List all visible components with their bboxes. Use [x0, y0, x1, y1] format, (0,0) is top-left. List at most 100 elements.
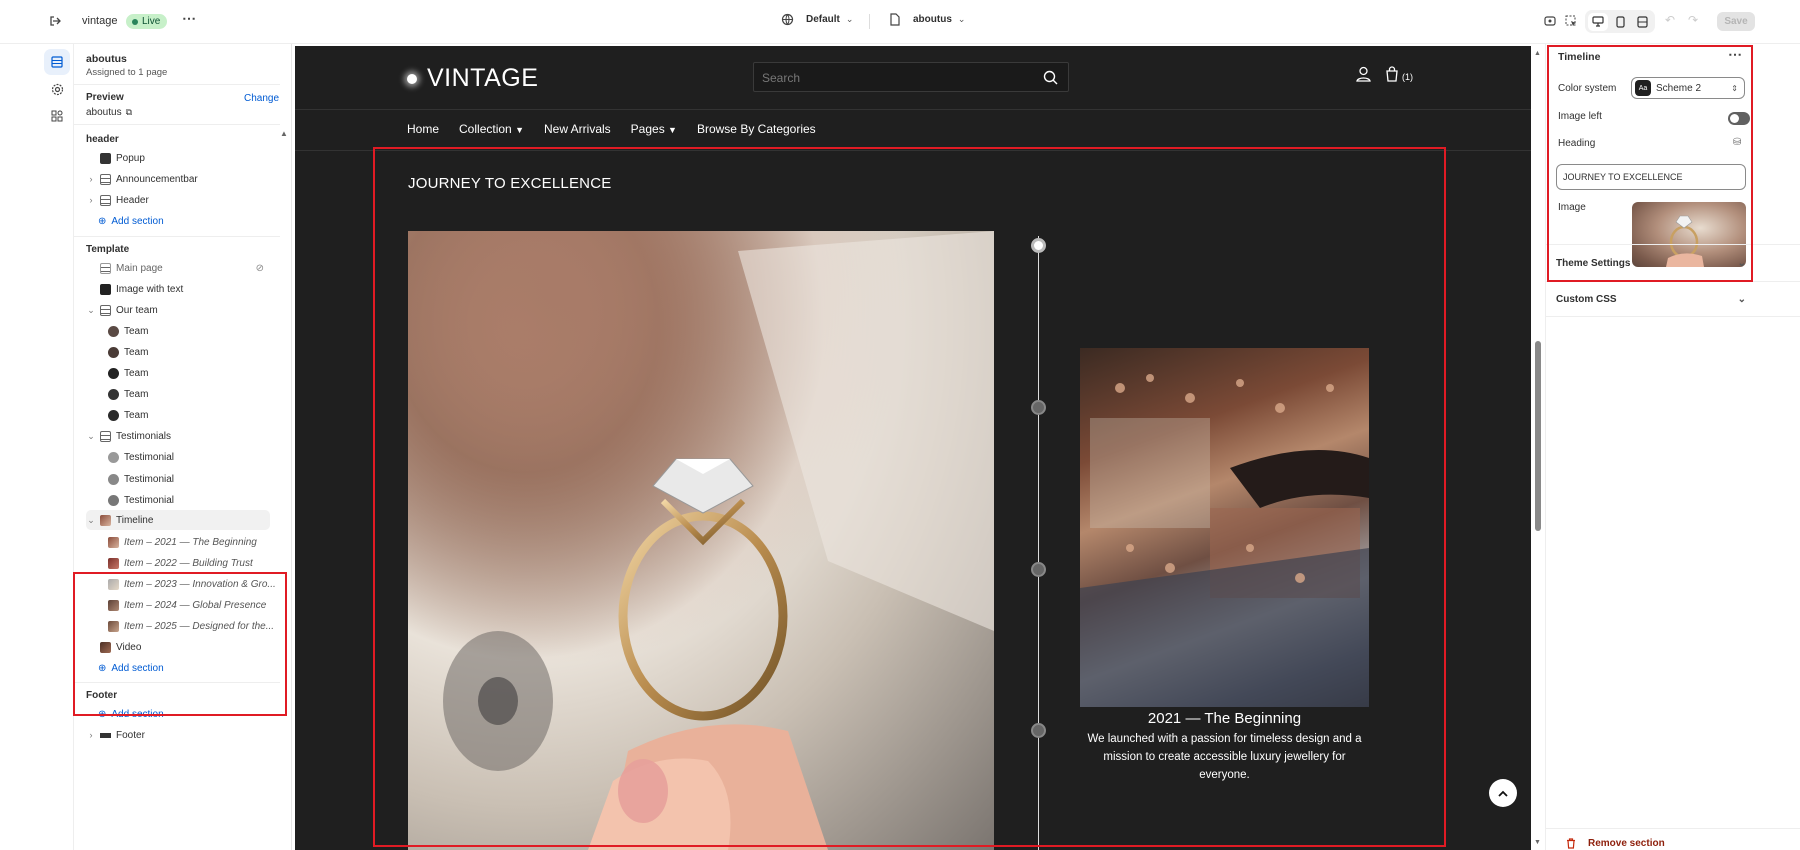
nav-browse-categories[interactable]: Browse By Categories: [697, 122, 816, 136]
block-timeline-item[interactable]: Item – 2025 — Designed for the...: [108, 616, 274, 636]
block-timeline-item[interactable]: Item – 2023 — Innovation & Gro...: [108, 574, 276, 594]
heading-input[interactable]: JOURNEY TO EXCELLENCE: [1556, 164, 1746, 190]
hidden-eye-icon[interactable]: ⊘: [256, 263, 264, 274]
top-bar: vintage Live ⋯ Default ⌄ aboutus ⌄ ↶ ↷ S…: [0, 0, 1800, 44]
block-team[interactable]: Team: [108, 321, 148, 341]
site-logo[interactable]: VINTAGE: [407, 64, 538, 93]
more-options-icon[interactable]: ⋯: [1728, 46, 1742, 63]
section-video[interactable]: Video: [86, 637, 141, 657]
timeline-marker[interactable]: [1031, 562, 1046, 577]
more-actions-icon[interactable]: ⋯: [182, 10, 196, 27]
block-testimonial[interactable]: Testimonial: [108, 490, 174, 510]
settings-nav-button[interactable]: [44, 76, 70, 102]
avatar: [108, 346, 119, 358]
cart-icon[interactable]: [1385, 66, 1399, 82]
heading-label: Heading: [1558, 138, 1596, 149]
sections-nav-button[interactable]: [44, 49, 70, 75]
add-section-header[interactable]: ⊕ Add section: [98, 211, 164, 231]
section-label: Testimonials: [116, 430, 172, 442]
section-header[interactable]: › Header: [86, 190, 149, 210]
add-section-template[interactable]: ⊕ Add section: [98, 658, 164, 678]
save-button[interactable]: Save: [1717, 12, 1755, 31]
scroll-down-icon[interactable]: ▼: [1534, 839, 1541, 846]
preview-link[interactable]: aboutus ⧉: [86, 107, 132, 118]
block-team[interactable]: Team: [108, 405, 148, 425]
block-testimonial[interactable]: Testimonial: [108, 447, 174, 467]
chevron-down-icon: ⌄: [1737, 293, 1746, 305]
timeline-marker[interactable]: [1031, 723, 1046, 738]
block-timeline-item[interactable]: Item – 2024 — Global Presence: [108, 595, 266, 615]
nav-collection[interactable]: Collection ▼: [459, 122, 524, 136]
timeline-marker-active[interactable]: [1031, 238, 1046, 253]
preview-label: Preview: [86, 92, 124, 103]
apps-nav-button[interactable]: [44, 103, 70, 129]
sections-icon: [51, 56, 63, 68]
inspector-icon[interactable]: [1543, 14, 1557, 28]
section-testimonials[interactable]: ⌄ Testimonials: [86, 426, 171, 446]
block-label: Team: [124, 346, 149, 358]
scroll-to-top-button[interactable]: [1489, 779, 1517, 807]
plus-circle-icon: ⊕: [98, 708, 107, 720]
chevron-down-icon[interactable]: ⌄: [86, 305, 96, 316]
redo-icon[interactable]: ↷: [1688, 13, 1698, 27]
chevron-down-icon[interactable]: ⌄: [86, 431, 96, 442]
chevron-right-icon[interactable]: ›: [86, 174, 96, 184]
theme-selector[interactable]: Default ⌄: [781, 13, 853, 26]
scroll-up-icon[interactable]: ▲: [1534, 50, 1541, 57]
add-section-footer[interactable]: ⊕ Add section: [98, 704, 164, 724]
remove-section-button[interactable]: Remove section: [1566, 838, 1665, 849]
block-team[interactable]: Team: [108, 342, 148, 362]
block-label: Item – 2025 — Designed for the...: [124, 620, 275, 632]
divider: [295, 150, 1531, 151]
fullwidth-icon[interactable]: [1632, 13, 1652, 31]
dynamic-source-icon[interactable]: ⛁: [1733, 137, 1741, 148]
exit-icon[interactable]: [48, 14, 62, 28]
change-preview-link[interactable]: Change: [244, 93, 279, 104]
scroll-up-icon[interactable]: ▲: [280, 129, 288, 138]
section-popup[interactable]: Popup: [86, 148, 145, 168]
popup-icon: [100, 152, 111, 164]
section-image-with-text[interactable]: Image with text: [86, 279, 183, 299]
block-testimonial[interactable]: Testimonial: [108, 469, 174, 489]
section-our-team[interactable]: ⌄ Our team: [86, 300, 158, 320]
section-main-page[interactable]: Main page ⊘: [86, 258, 280, 278]
trash-icon: [1567, 838, 1575, 849]
page-title: aboutus: [86, 53, 127, 65]
chevron-down-icon[interactable]: ⌄: [86, 515, 96, 526]
nav-pages[interactable]: Pages ▼: [631, 122, 677, 136]
block-label: Item – 2022 — Building Trust: [124, 557, 253, 569]
section-label: Header: [116, 194, 149, 206]
scrollbar-thumb[interactable]: [1535, 341, 1541, 531]
select-element-icon[interactable]: [1564, 14, 1578, 28]
search-icon[interactable]: [1043, 70, 1058, 85]
chevron-right-icon[interactable]: ›: [86, 195, 96, 205]
storefront-preview: VINTAGE Search (1) Home Collection ▼ New…: [295, 46, 1531, 850]
gear-icon: [51, 83, 63, 95]
image-left-toggle[interactable]: [1728, 112, 1750, 125]
timeline-marker[interactable]: [1031, 400, 1046, 415]
section-footer[interactable]: › Footer: [86, 725, 145, 745]
custom-css-accordion[interactable]: Custom CSS ⌄: [1556, 289, 1746, 309]
page-selector[interactable]: aboutus ⌄: [889, 13, 965, 26]
section-announcementbar[interactable]: › Announcementbar: [86, 169, 198, 189]
avatar: [108, 494, 119, 506]
site-search-input[interactable]: Search: [753, 62, 1069, 92]
block-label: Testimonial: [124, 494, 175, 506]
nav-new-arrivals[interactable]: New Arrivals: [544, 122, 611, 136]
preview-scrollbar[interactable]: ▲ ▼: [1531, 46, 1545, 850]
mobile-icon[interactable]: [1610, 13, 1630, 31]
block-timeline-item[interactable]: Item – 2022 — Building Trust: [108, 553, 253, 573]
desktop-icon[interactable]: [1588, 12, 1608, 31]
block-team[interactable]: Team: [108, 363, 148, 383]
nav-home[interactable]: Home: [407, 122, 439, 136]
page-subtitle: Assigned to 1 page: [86, 67, 168, 78]
theme-settings-accordion[interactable]: Theme Settings ⌄: [1556, 253, 1746, 273]
block-team[interactable]: Team: [108, 384, 148, 404]
undo-icon[interactable]: ↶: [1665, 13, 1675, 27]
color-scheme-select[interactable]: Aa Scheme 2 ⇕: [1631, 77, 1745, 99]
cart-count: (1): [1402, 72, 1413, 82]
block-timeline-item[interactable]: Item – 2021 — The Beginning: [108, 532, 257, 552]
account-icon[interactable]: [1356, 66, 1371, 82]
chevron-right-icon[interactable]: ›: [86, 730, 96, 740]
section-timeline[interactable]: ⌄ Timeline: [86, 510, 270, 530]
